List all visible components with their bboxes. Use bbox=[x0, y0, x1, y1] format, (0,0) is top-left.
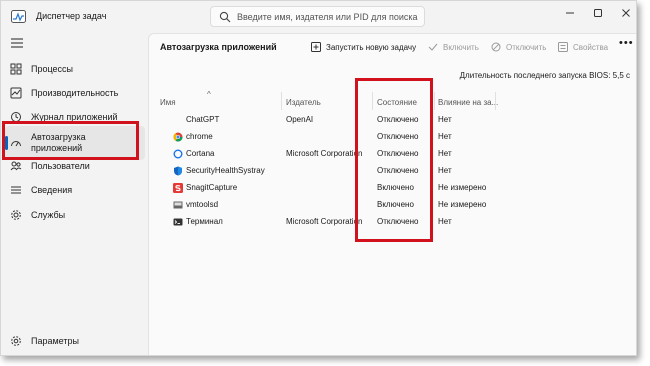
sidebar-item-services[interactable]: Службы bbox=[5, 203, 145, 227]
settings-gear-icon bbox=[11, 336, 21, 346]
hamburger-menu-icon[interactable] bbox=[10, 37, 24, 49]
minimize-icon bbox=[566, 12, 574, 14]
sidebar-item-processes[interactable]: Процессы bbox=[5, 57, 145, 81]
close-icon bbox=[622, 9, 630, 17]
enable-label: Включить bbox=[443, 42, 479, 52]
app-publisher: Microsoft Corporation bbox=[286, 217, 363, 226]
search-input[interactable] bbox=[237, 9, 421, 24]
performance-chart-icon bbox=[10, 87, 22, 99]
column-header-name[interactable]: Имя bbox=[160, 98, 176, 107]
block-icon bbox=[491, 42, 501, 52]
app-name: SnagitCapture bbox=[186, 183, 238, 192]
maximize-icon bbox=[594, 9, 602, 17]
terminal-icon bbox=[173, 218, 183, 226]
page-title: Автозагрузка приложений bbox=[160, 42, 277, 52]
sidebar-item-label: Производительность bbox=[31, 87, 119, 98]
app-name: chrome bbox=[186, 132, 213, 141]
disable-label: Отключить bbox=[506, 42, 547, 52]
search-box[interactable] bbox=[210, 6, 425, 27]
app-name: SecurityHealthSystray bbox=[186, 166, 265, 175]
run-new-task-label: Запустить новую задачу bbox=[326, 42, 417, 52]
close-button[interactable] bbox=[609, 1, 636, 25]
sidebar: Процессы Производительность Журнал прило… bbox=[1, 33, 148, 355]
task-manager-app-icon bbox=[11, 10, 26, 23]
task-manager-window: Диспетчер задач Процессы bbox=[0, 0, 637, 356]
app-impact: Нет bbox=[438, 166, 452, 175]
app-publisher: Microsoft Corporation bbox=[286, 149, 363, 158]
app-name: vmtoolsd bbox=[186, 200, 219, 209]
more-options-icon[interactable]: ••• bbox=[619, 37, 634, 49]
app-impact: Нет bbox=[438, 217, 452, 226]
new-task-icon bbox=[311, 42, 321, 52]
column-header-impact[interactable]: Влияние на за... bbox=[438, 98, 498, 107]
highlight-box-sidebar bbox=[2, 121, 139, 160]
sidebar-item-label: Процессы bbox=[31, 63, 74, 74]
window-title: Диспетчер задач bbox=[36, 11, 107, 21]
chatgpt-icon bbox=[173, 115, 183, 125]
shield-icon bbox=[174, 166, 182, 176]
properties-button[interactable]: Свойства bbox=[558, 38, 608, 56]
app-name: Терминал bbox=[186, 217, 223, 226]
services-gear-icon bbox=[11, 210, 21, 220]
settings-button[interactable]: Параметры bbox=[5, 329, 145, 353]
properties-label: Свойства bbox=[573, 42, 609, 52]
app-publisher: OpenAI bbox=[286, 115, 314, 124]
app-name: Cortana bbox=[186, 149, 215, 158]
run-new-task-button[interactable]: Запустить новую задачу bbox=[311, 38, 416, 56]
disable-button[interactable]: Отключить bbox=[491, 38, 546, 56]
sidebar-item-details[interactable]: Сведения bbox=[5, 178, 145, 202]
properties-icon bbox=[558, 42, 568, 52]
sidebar-item-label: Службы bbox=[31, 209, 66, 220]
snagit-icon bbox=[173, 183, 183, 193]
column-divider[interactable] bbox=[281, 92, 282, 110]
settings-label: Параметры bbox=[31, 335, 79, 346]
app-impact: Не измерено bbox=[438, 183, 487, 192]
enable-button[interactable]: Включить bbox=[428, 38, 479, 56]
search-icon bbox=[219, 11, 231, 23]
column-divider[interactable] bbox=[434, 92, 435, 110]
users-icon bbox=[10, 161, 22, 171]
app-impact: Не измерено bbox=[438, 200, 487, 209]
sort-ascending-icon: ^ bbox=[207, 90, 211, 99]
column-header-publisher[interactable]: Издатель bbox=[286, 98, 321, 107]
highlight-box-status-column bbox=[355, 78, 433, 242]
app-impact: Нет bbox=[438, 149, 452, 158]
vmtools-icon bbox=[173, 201, 183, 209]
app-name: ChatGPT bbox=[186, 115, 220, 124]
details-list-icon bbox=[11, 186, 21, 194]
app-impact: Нет bbox=[438, 132, 452, 141]
sidebar-item-label: Пользователи bbox=[31, 160, 90, 171]
sidebar-item-label: Сведения bbox=[31, 184, 73, 195]
bios-duration: Длительность последнего запуска BIOS: 5,… bbox=[459, 71, 630, 80]
chrome-icon bbox=[173, 132, 183, 142]
checkmark-icon bbox=[428, 43, 438, 51]
sidebar-item-performance[interactable]: Производительность bbox=[5, 81, 145, 105]
cortana-icon bbox=[173, 149, 183, 159]
app-impact: Нет bbox=[438, 115, 452, 124]
title-bar: Диспетчер задач bbox=[1, 1, 636, 33]
column-divider[interactable] bbox=[495, 92, 496, 110]
processes-grid-icon bbox=[10, 63, 22, 75]
